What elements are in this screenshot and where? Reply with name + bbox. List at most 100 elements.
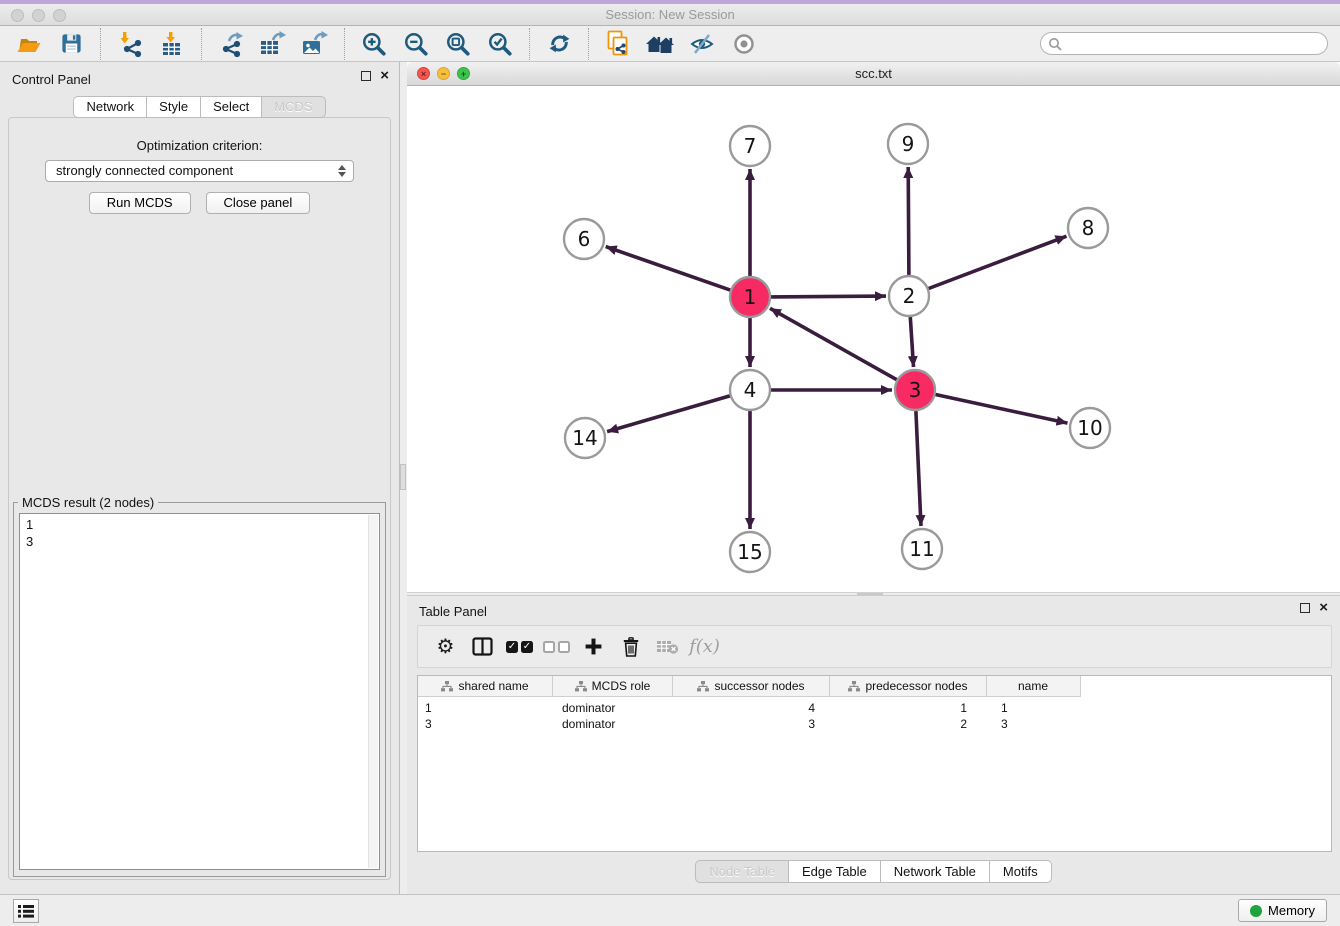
network-canvas[interactable]: 7 9 6 8 1 2 4 3 14 10 15 11 [407,86,1340,592]
column-header-label: name [1018,679,1048,693]
close-panel-icon[interactable]: × [380,71,389,81]
network-window-title: scc.txt [407,66,1340,81]
show-columns-button[interactable] [464,626,501,667]
graph-node-14[interactable]: 14 [565,418,605,458]
plus-icon [584,637,603,656]
import-table-button[interactable] [156,28,188,60]
graph-node-label: 15 [737,540,762,564]
graph-node-9[interactable]: 9 [888,124,928,164]
column-header-name[interactable]: name [987,676,1079,696]
splitter-handle[interactable] [857,593,883,595]
graph-node-3[interactable]: 3 [895,370,935,410]
table-panel-title: Table Panel [419,604,487,619]
column-header-successor-nodes[interactable]: successor nodes [673,676,830,696]
graph-edge-2-8[interactable] [929,236,1067,288]
graph-node-1[interactable]: 1 [730,277,770,317]
export-table-button[interactable] [257,28,289,60]
graph-edge-3-10[interactable] [936,395,1068,424]
tab-network-table[interactable]: Network Table [881,860,990,883]
graph-node-label: 9 [902,132,915,156]
graph-node-4[interactable]: 4 [730,370,770,410]
save-session-button[interactable] [55,28,87,60]
open-session-button[interactable] [13,28,45,60]
vertical-splitter[interactable] [400,62,407,894]
task-history-button[interactable] [13,899,39,923]
mcds-panel: Optimization criterion: strongly connect… [8,117,391,880]
tab-select[interactable]: Select [201,96,262,118]
deselect-all-columns-button[interactable] [538,626,575,667]
table-row[interactable]: 3dominator323 [418,716,1331,732]
import-network-button[interactable] [114,28,146,60]
export-image-button[interactable] [299,28,331,60]
application-window: Session: New Session [0,0,1340,926]
graph-node-7[interactable]: 7 [730,126,770,166]
close-panel-icon[interactable]: × [1319,603,1328,613]
refresh-view-button[interactable] [543,28,575,60]
zoom-out-button[interactable] [400,28,432,60]
column-header-predecessor-nodes[interactable]: predecessor nodes [830,676,987,696]
tab-node-table[interactable]: Node Table [695,860,789,883]
criterion-dropdown[interactable]: strongly connected component [45,160,354,182]
tab-motifs[interactable]: Motifs [990,860,1052,883]
graph-node-6[interactable]: 6 [564,219,604,259]
table-settings-button[interactable]: ⚙ [427,626,464,667]
graph-node-11[interactable]: 11 [902,529,942,569]
memory-button[interactable]: Memory [1238,899,1327,922]
table-cell: 1 [830,701,987,715]
run-mcds-button[interactable]: Run MCDS [89,192,191,214]
tab-network[interactable]: Network [73,96,147,118]
delete-column-button[interactable] [612,626,649,667]
splitter-handle[interactable] [400,464,406,490]
delete-table-icon [656,638,679,655]
show-selected-button[interactable] [728,28,760,60]
zoom-in-button[interactable] [358,28,390,60]
float-panel-icon[interactable] [1300,603,1310,613]
graph-node-label: 2 [903,284,916,308]
column-header-shared-name[interactable]: shared name [418,676,553,696]
tab-edge-table[interactable]: Edge Table [789,860,881,883]
network-file-button[interactable] [602,28,634,60]
select-all-columns-button[interactable]: ✓✓ [501,626,538,667]
tab-style[interactable]: Style [147,96,201,118]
zoom-fit-button[interactable] [442,28,474,60]
graph-node-label: 10 [1077,416,1102,440]
network-window-titlebar[interactable]: × − + scc.txt [407,62,1340,86]
graph-node-8[interactable]: 8 [1068,208,1108,248]
search-input[interactable] [1062,34,1327,53]
zoom-selected-button[interactable] [484,28,516,60]
hide-selected-button[interactable] [686,28,718,60]
delete-table-button [649,626,686,667]
tab-mcds[interactable]: MCDS [262,96,325,118]
node-table[interactable]: shared nameMCDS rolesuccessor nodesprede… [417,675,1332,852]
mcds-result-text[interactable]: 1 3 [19,513,380,870]
show-all-button[interactable] [644,28,676,60]
graph-edge-2-9[interactable] [908,167,909,275]
result-scrollbar[interactable] [368,515,378,868]
search-box[interactable] [1040,32,1328,55]
graph-node-15[interactable]: 15 [730,532,770,572]
toolbar-separator [100,28,101,60]
graph-node-2[interactable]: 2 [889,276,929,316]
graph-edge-3-11[interactable] [916,411,921,526]
houses-icon [644,33,676,55]
graph-edge-2-3[interactable] [910,317,913,367]
close-panel-button[interactable]: Close panel [206,192,311,214]
memory-label: Memory [1268,903,1315,918]
table-row[interactable]: 1dominator411 [418,700,1331,716]
column-header-MCDS-role[interactable]: MCDS role [553,676,673,696]
titlebar-accent-strip [0,0,1340,4]
float-panel-icon[interactable] [361,71,371,81]
eye-icon [732,32,756,56]
graph-edge-1-6[interactable] [606,247,731,291]
graph-edge-1-2[interactable] [771,296,886,297]
graph-edge-3-1[interactable] [770,308,897,379]
graph-node-label: 8 [1082,216,1095,240]
create-column-button[interactable] [575,626,612,667]
graph-node-10[interactable]: 10 [1070,408,1110,448]
eye-slash-icon [689,32,715,56]
window-title: Session: New Session [0,7,1340,22]
status-bar: Memory [0,894,1340,926]
export-network-button[interactable] [215,28,247,60]
window-titlebar: Session: New Session [0,0,1340,26]
graph-edge-4-14[interactable] [607,396,730,432]
